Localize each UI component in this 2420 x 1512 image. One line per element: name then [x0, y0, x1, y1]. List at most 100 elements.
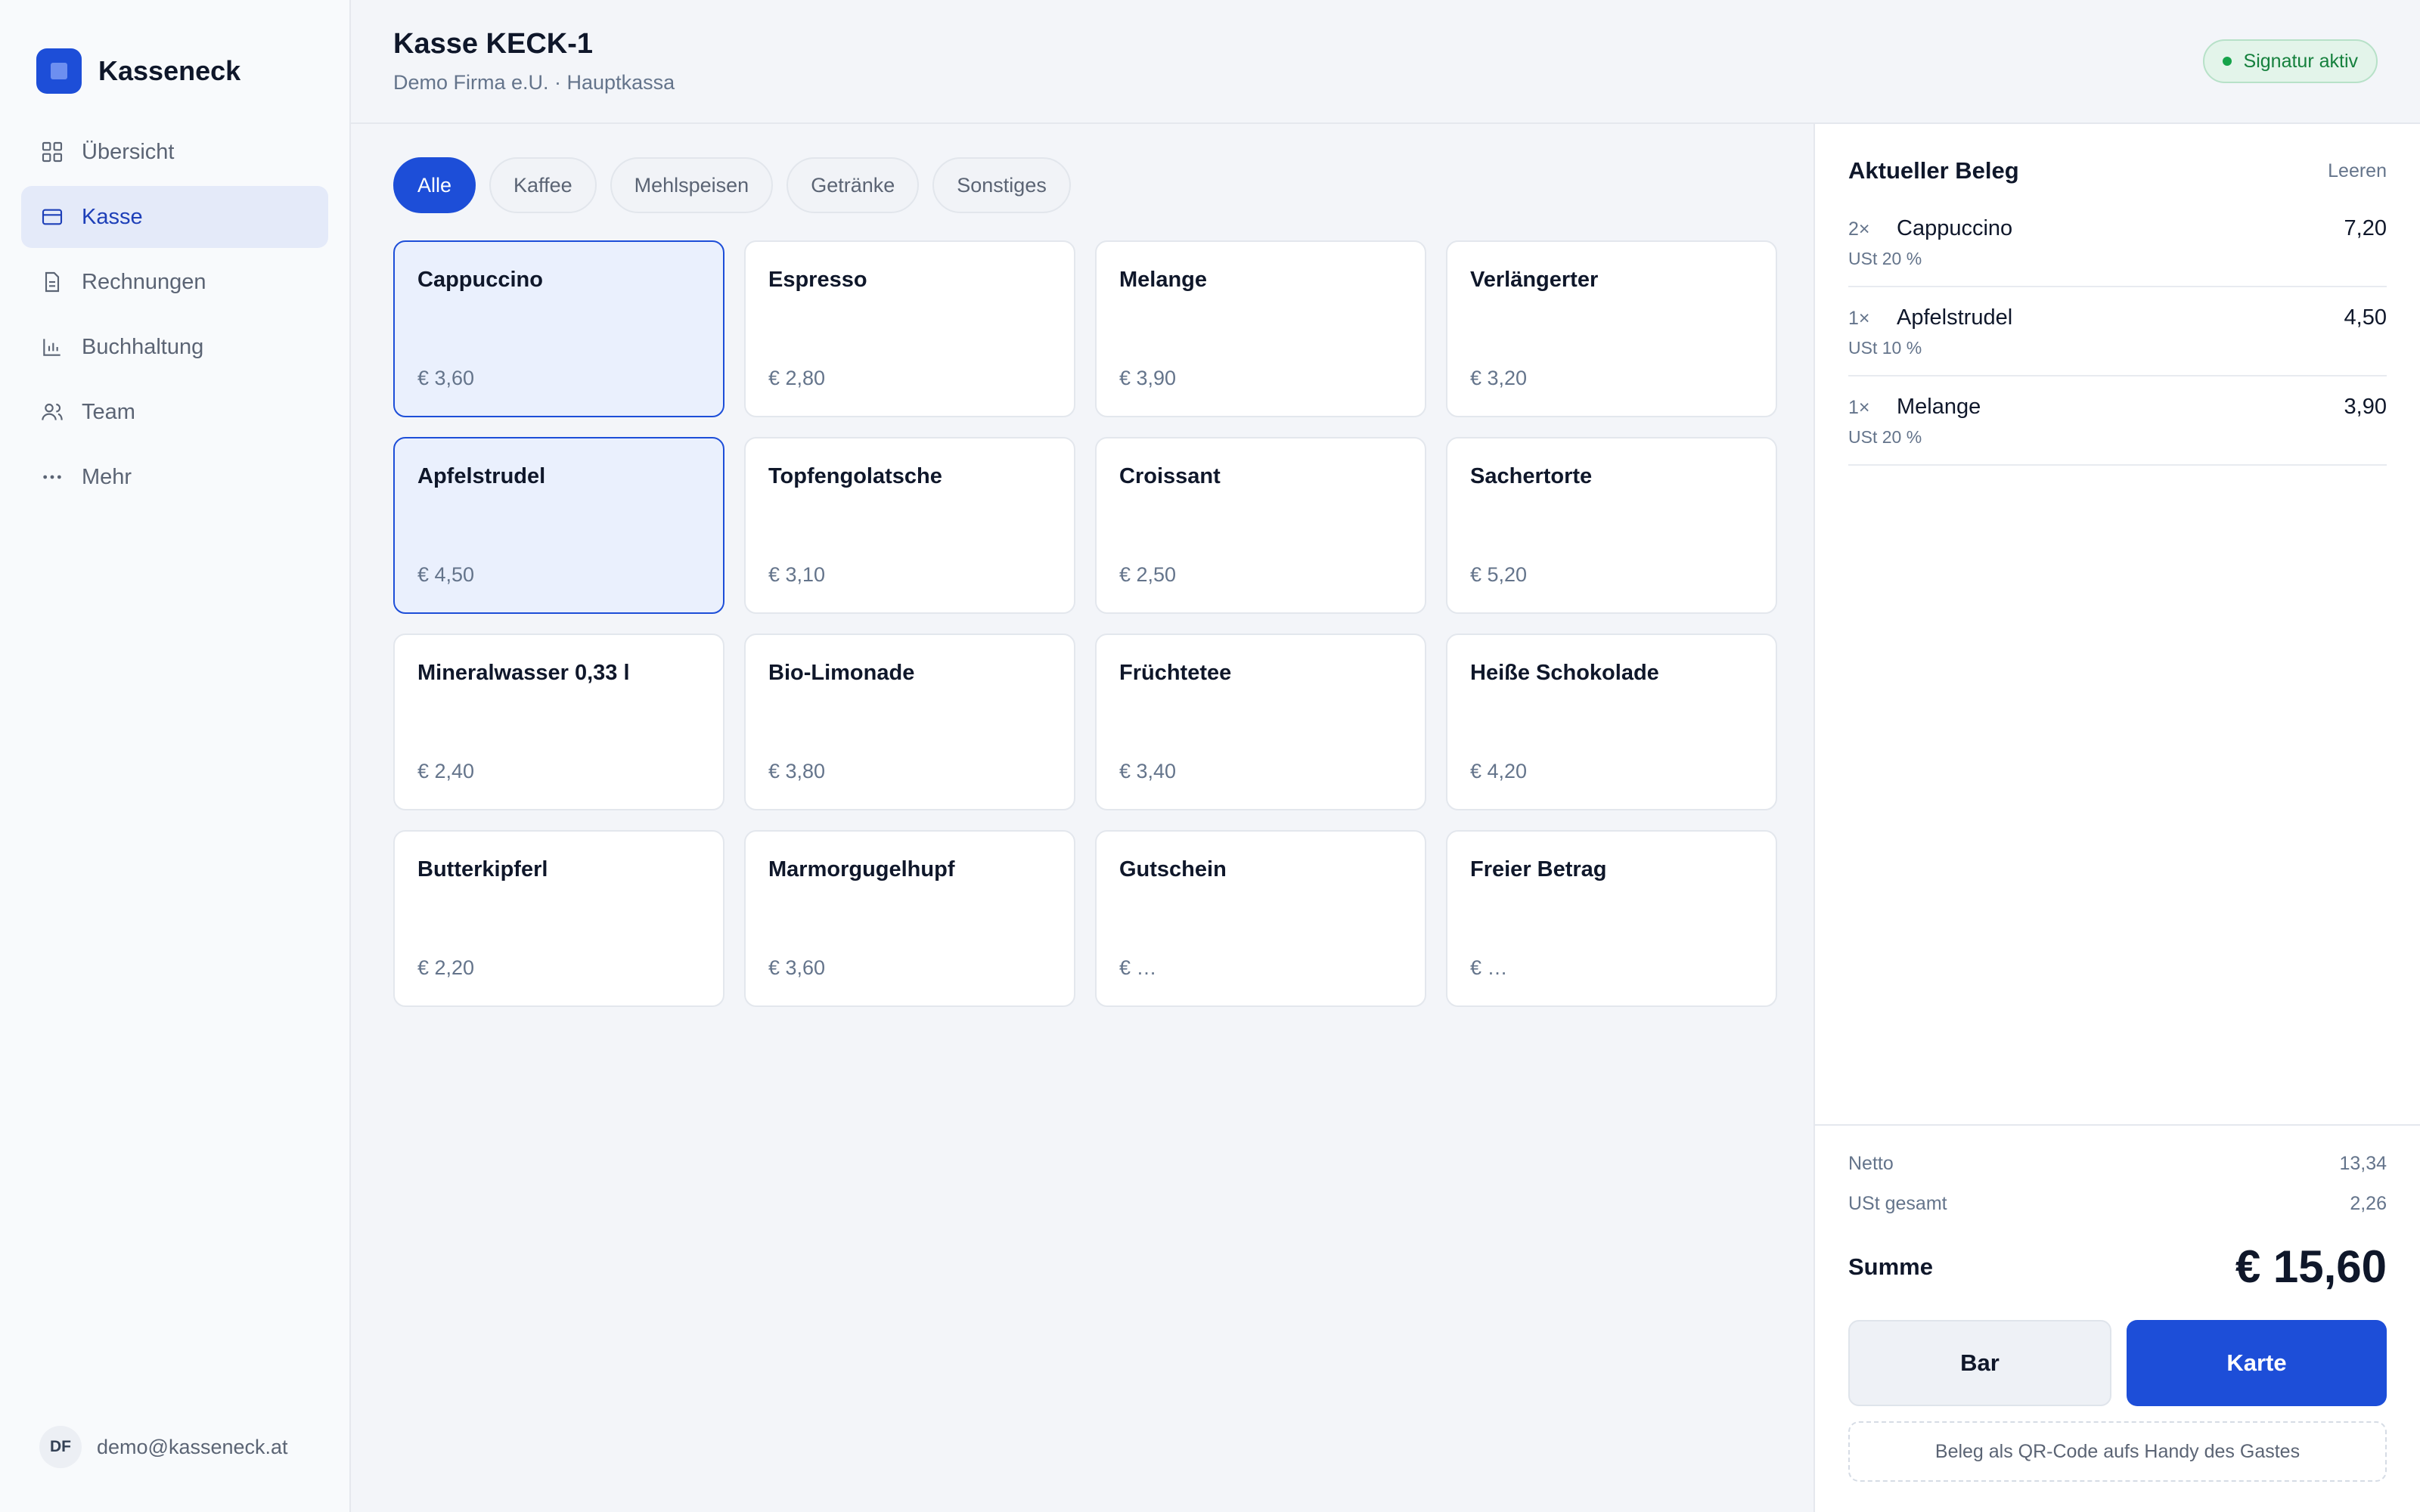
brand-name: Kasseneck	[98, 55, 241, 86]
receipt-line[interactable]: 1× Apfelstrudel 4,50 USt 10 %	[1848, 287, 2387, 376]
product-price: € 3,20	[1470, 367, 1528, 389]
brand[interactable]: Kasseneck	[0, 0, 349, 109]
product-name: Heiße Schokolade	[1470, 661, 1659, 685]
product-tile[interactable]: Topfengolatsche € 3,10	[744, 437, 1075, 614]
receipt-line[interactable]: 1× Melange 3,90 USt 20 %	[1848, 376, 2387, 466]
status-badge: Signatur aktiv	[2202, 39, 2378, 83]
product-tile[interactable]: Croissant € 2,50	[1095, 437, 1426, 614]
receipt-header: Aktueller Beleg Leeren	[1815, 124, 2420, 184]
product-tile[interactable]: Mineralwasser 0,33 l € 2,40	[393, 634, 724, 810]
sidebar-item-label: Buchhaltung	[82, 334, 204, 359]
product-tile[interactable]: Bio-Limonade € 3,80	[744, 634, 1075, 810]
page-title: Kasse KECK-1	[393, 28, 593, 60]
product-price: € 2,50	[1119, 563, 1177, 586]
line-qty: 2×	[1848, 218, 1870, 240]
status-dot-icon	[2222, 57, 2232, 66]
sum-label: Summe	[1848, 1253, 1933, 1280]
filter-chip-getraenke[interactable]: Getränke	[786, 157, 920, 213]
product-price: € 3,80	[768, 760, 826, 782]
product-name: Melange	[1119, 268, 1208, 292]
line-price: 4,50	[2344, 305, 2387, 330]
status-text: Signatur aktiv	[2243, 50, 2358, 72]
product-tile[interactable]: Cappuccino € 3,60	[393, 240, 724, 417]
net-row: Netto 13,34	[1848, 1153, 2387, 1175]
product-tile[interactable]: Marmorgugelhupf € 3,60	[744, 830, 1075, 1007]
product-tile[interactable]: Verlängerter € 3,20	[1446, 240, 1777, 417]
document-icon	[39, 269, 65, 295]
receipt-line-left: 1× Melange	[1848, 395, 1981, 420]
receipt-line-main: 1× Melange 3,90	[1848, 395, 2387, 420]
user-profile[interactable]: DF demo@kasseneck.at	[39, 1426, 288, 1468]
product-name: Verlängerter	[1470, 268, 1599, 292]
product-price: € 5,20	[1470, 563, 1528, 586]
product-tile[interactable]: Gutschein € …	[1095, 830, 1426, 1007]
product-price: € 2,80	[768, 367, 826, 389]
filter-chip-mehlspeisen[interactable]: Mehlspeisen	[610, 157, 774, 213]
product-price: € 3,60	[768, 956, 826, 979]
sidebar-item-rechnungen[interactable]: Rechnungen	[21, 251, 328, 313]
filter-chip-sonstiges[interactable]: Sonstiges	[932, 157, 1071, 213]
category-filters: Alle Kaffee Mehlspeisen Getränke Sonstig…	[393, 157, 1771, 213]
product-tile[interactable]: Freier Betrag € …	[1446, 830, 1777, 1007]
pay-card-button[interactable]: Karte	[2127, 1320, 2387, 1406]
sum-value: € 15,60	[2235, 1241, 2387, 1292]
sidebar-nav: Übersicht Kasse Rechnungen Buchhaltung T…	[0, 109, 349, 508]
product-price: € 3,10	[768, 563, 826, 586]
product-tile[interactable]: Früchtetee € 3,40	[1095, 634, 1426, 810]
product-price: € 3,40	[1119, 760, 1177, 782]
receipt-line-main: 2× Cappuccino 7,20	[1848, 216, 2387, 241]
main-area: Kasse KECK-1 Demo Firma e.U. · Hauptkass…	[351, 0, 2420, 1512]
line-tax: USt 10 %	[1848, 338, 1922, 358]
line-name: Melange	[1897, 395, 1981, 419]
credit-card-icon	[39, 204, 65, 230]
line-price: 3,90	[2344, 395, 2387, 419]
payment-buttons: Bar Karte	[1848, 1320, 2387, 1406]
sum-row: Summe € 15,60	[1848, 1241, 2387, 1293]
more-dots-icon	[39, 464, 65, 490]
receipt-line-left: 2× Cappuccino	[1848, 216, 2012, 241]
receipt-panel: Aktueller Beleg Leeren 2× Cappuccino 7,2…	[1813, 124, 2420, 1512]
sidebar-item-label: Kasse	[82, 204, 143, 229]
pay-cash-button[interactable]: Bar	[1848, 1320, 2111, 1406]
receipt-line[interactable]: 2× Cappuccino 7,20 USt 20 %	[1848, 198, 2387, 287]
tax-row: USt gesamt 2,26	[1848, 1193, 2387, 1215]
sidebar-item-kasse[interactable]: Kasse	[21, 186, 328, 248]
receipt-totals: Netto 13,34 USt gesamt 2,26 Summe € 15,6…	[1815, 1124, 2420, 1512]
product-name: Apfelstrudel	[417, 464, 546, 488]
product-tile[interactable]: Heiße Schokolade € 4,20	[1446, 634, 1777, 810]
sidebar-item-uebersicht[interactable]: Übersicht	[21, 121, 328, 183]
product-tile[interactable]: Melange € 3,90	[1095, 240, 1426, 417]
content-body: Alle Kaffee Mehlspeisen Getränke Sonstig…	[351, 124, 2420, 1512]
header-titles: Kasse KECK-1 Demo Firma e.U. · Hauptkass…	[393, 28, 675, 94]
page-header: Kasse KECK-1 Demo Firma e.U. · Hauptkass…	[351, 0, 2420, 124]
avatar: DF	[39, 1426, 82, 1468]
sidebar-item-team[interactable]: Team	[21, 381, 328, 443]
sidebar-item-mehr[interactable]: Mehr	[21, 446, 328, 508]
filter-chip-alle[interactable]: Alle	[393, 157, 476, 213]
receipt-lines: 2× Cappuccino 7,20 USt 20 % 1× Apfelstru…	[1815, 184, 2420, 1124]
product-name: Früchtetee	[1119, 661, 1232, 685]
sidebar-item-buchhaltung[interactable]: Buchhaltung	[21, 316, 328, 378]
net-value: 13,34	[2339, 1153, 2387, 1174]
sidebar-item-label: Mehr	[82, 464, 132, 489]
product-tile[interactable]: Espresso € 2,80	[744, 240, 1075, 417]
qr-receipt-button[interactable]: Beleg als QR-Code aufs Handy des Gastes	[1848, 1421, 2387, 1482]
users-icon	[39, 399, 65, 425]
net-label: Netto	[1848, 1153, 1894, 1174]
filter-chip-kaffee[interactable]: Kaffee	[489, 157, 597, 213]
tax-value: 2,26	[2350, 1193, 2387, 1214]
clear-receipt-button[interactable]: Leeren	[2328, 160, 2387, 182]
receipt-title: Aktueller Beleg	[1848, 157, 2019, 184]
line-qty: 1×	[1848, 308, 1870, 329]
product-tile[interactable]: Sachertorte € 5,20	[1446, 437, 1777, 614]
sidebar-item-label: Übersicht	[82, 139, 175, 164]
product-tile[interactable]: Butterkipferl € 2,20	[393, 830, 724, 1007]
product-name: Croissant	[1119, 464, 1221, 488]
product-tile[interactable]: Apfelstrudel € 4,50	[393, 437, 724, 614]
product-name: Mineralwasser 0,33 l	[417, 661, 630, 685]
product-name: Bio-Limonade	[768, 661, 915, 685]
user-email: demo@kasseneck.at	[97, 1435, 288, 1458]
receipt-line-left: 1× Apfelstrudel	[1848, 305, 2012, 330]
tax-label: USt gesamt	[1848, 1193, 1947, 1214]
dashboard-grid-icon	[39, 139, 65, 165]
